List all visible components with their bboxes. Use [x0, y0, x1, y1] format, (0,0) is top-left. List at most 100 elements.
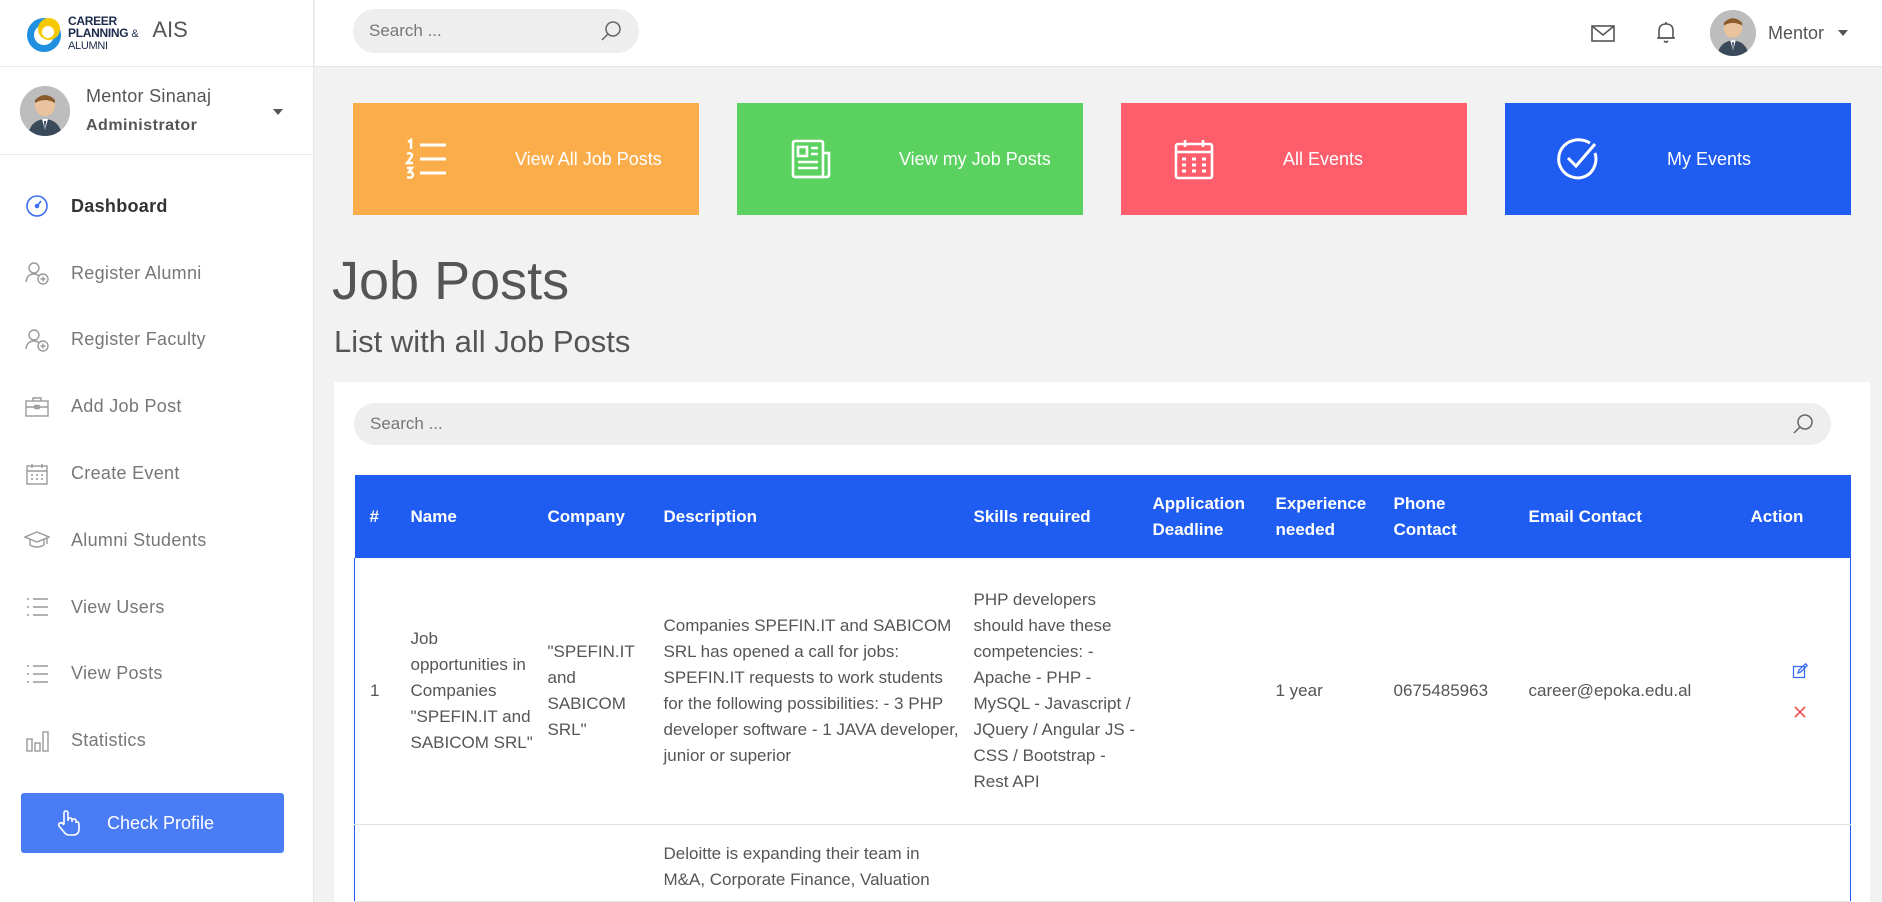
cell-name: Job opportunities in Companies "SPEFIN.I…: [410, 628, 533, 752]
avatar: [20, 85, 70, 136]
logo-bar[interactable]: CAREER PLANNING & ALUMNI AIS: [0, 0, 313, 67]
cell-experience: 1 year: [1275, 680, 1323, 700]
column-header[interactable]: Skills required: [974, 475, 1153, 558]
delete-icon[interactable]: [1793, 705, 1807, 719]
app-name: AIS: [152, 17, 188, 42]
edit-icon[interactable]: [1792, 662, 1809, 679]
sidebar-item-register-alumni[interactable]: Register Alumni: [0, 240, 313, 307]
column-header[interactable]: Experience needed: [1276, 475, 1394, 558]
cell-company: "SPEFIN.IT and SABICOM SRL": [547, 641, 635, 739]
sidebar-item-statistics[interactable]: Statistics: [0, 707, 313, 774]
sidebar-item-view-users[interactable]: View Users: [0, 574, 313, 641]
sidebar-item-label: Create Event: [71, 463, 180, 484]
tile-view-all-job-posts[interactable]: View All Job Posts: [353, 103, 699, 215]
table-row: 1 Job opportunities in Companies "SPEFIN…: [354, 558, 1851, 824]
sidebar-user-role: Administrator: [86, 117, 198, 134]
logo-icon: [24, 13, 64, 53]
cell-num: [355, 824, 411, 901]
tile-all-events[interactable]: All Events: [1121, 103, 1467, 215]
sidebar-item-label: View Posts: [71, 663, 163, 684]
cell-phone: [1394, 824, 1529, 901]
cell-action: [1751, 824, 1851, 901]
sidebar-user-name: Mentor Sinanaj: [86, 86, 212, 106]
sidebar-item-add-job-post[interactable]: Add Job Post: [0, 373, 313, 440]
table-search: [354, 403, 1831, 445]
cell-name: [411, 824, 548, 901]
cell-skills: [974, 824, 1153, 901]
tile-label: My Events: [1667, 148, 1752, 169]
cell-description: Deloitte is expanding their team in M&A,…: [663, 843, 930, 889]
graduation-cap-icon: [24, 527, 50, 553]
tile-label: All Events: [1283, 148, 1364, 169]
numbered-list-icon: [403, 136, 449, 182]
sidebar-item-dashboard[interactable]: Dashboard: [0, 173, 313, 240]
sidebar-item-view-posts[interactable]: View Posts: [0, 641, 313, 708]
top-user-name: Mentor: [1768, 22, 1825, 43]
top-search: [353, 9, 639, 53]
list-icon: [24, 594, 50, 620]
user-add-icon: [24, 327, 50, 353]
page-subtitle: List with all Job Posts: [334, 324, 631, 359]
check-profile-label: Check Profile: [107, 812, 215, 833]
top-user-menu[interactable]: Mentor: [1710, 10, 1849, 56]
sidebar-item-label: Alumni Students: [71, 529, 207, 550]
tile-label: View All Job Posts: [515, 148, 662, 169]
tile-my-events[interactable]: My Events: [1505, 103, 1851, 215]
cell-deadline: [1153, 824, 1276, 901]
bar-chart-icon: [24, 728, 50, 754]
list-icon: [24, 661, 50, 687]
top-search-input[interactable]: [369, 21, 599, 41]
briefcase-icon: [24, 394, 50, 420]
hand-pointer-icon: [53, 808, 83, 838]
job-posts-table: # Name Company Description Skills requir…: [354, 475, 1851, 902]
sidebar-item-create-event[interactable]: Create Event: [0, 440, 313, 507]
sidebar-user-card[interactable]: Mentor Sinanaj Administrator: [0, 67, 313, 155]
cell-email: career@epoka.edu.al: [1528, 680, 1692, 700]
sidebar: CAREER PLANNING & ALUMNI AIS Mentor Sina…: [0, 0, 314, 902]
logo-text: CAREER PLANNING & ALUMNI: [68, 13, 139, 52]
calendar-icon: [24, 461, 50, 487]
cell-action: [1751, 558, 1851, 824]
cell-skills: PHP developers should have these compete…: [973, 589, 1136, 791]
cell-num: 1: [370, 680, 380, 700]
topbar: Mentor: [315, 0, 1882, 67]
check-circle-icon: [1555, 136, 1601, 182]
cell-deadline: [1153, 558, 1276, 824]
job-posts-panel: # Name Company Description Skills requir…: [334, 382, 1870, 902]
cell-description: Companies SPEFIN.IT and SABICOM SRL has …: [663, 615, 959, 765]
column-header[interactable]: Application Deadline: [1153, 475, 1276, 558]
table-header-row: # Name Company Description Skills requir…: [354, 475, 1851, 558]
tile-view-my-job-posts[interactable]: View my Job Posts: [737, 103, 1083, 215]
page-title: Job Posts: [332, 251, 570, 311]
avatar: [1710, 10, 1756, 56]
check-profile-button[interactable]: Check Profile: [21, 793, 284, 853]
column-header[interactable]: #: [355, 475, 411, 558]
search-icon[interactable]: [1791, 412, 1815, 436]
user-add-icon: [24, 260, 50, 286]
caret-down-icon: [1838, 30, 1849, 36]
bell-icon[interactable]: [1653, 19, 1679, 50]
sidebar-item-alumni-students[interactable]: Alumni Students: [0, 507, 313, 574]
cell-phone: 0675485963: [1393, 680, 1489, 700]
sidebar-item-label: Statistics: [71, 730, 147, 751]
table-search-input[interactable]: [370, 414, 1791, 434]
cell-email: [1529, 824, 1751, 901]
column-header[interactable]: Name: [411, 475, 548, 558]
mail-icon[interactable]: [1590, 20, 1616, 51]
column-header[interactable]: Company: [548, 475, 664, 558]
sidebar-item-register-faculty[interactable]: Register Faculty: [0, 307, 313, 374]
column-header[interactable]: Email Contact: [1529, 475, 1751, 558]
sidebar-item-label: View Users: [71, 596, 165, 617]
cell-experience: [1276, 824, 1394, 901]
sidebar-item-label: Register Alumni: [71, 262, 202, 283]
column-header[interactable]: Phone Contact: [1394, 475, 1529, 558]
dashboard-icon: [24, 193, 50, 219]
table-row: Deloitte is expanding their team in M&A,…: [354, 824, 1851, 901]
tile-label: View my Job Posts: [899, 148, 1051, 169]
column-header[interactable]: Action: [1751, 475, 1851, 558]
sidebar-item-label: Dashboard: [71, 195, 168, 216]
search-icon[interactable]: [599, 19, 623, 43]
caret-down-icon[interactable]: [273, 109, 283, 115]
cell-company: [548, 824, 664, 901]
column-header[interactable]: Description: [664, 475, 974, 558]
